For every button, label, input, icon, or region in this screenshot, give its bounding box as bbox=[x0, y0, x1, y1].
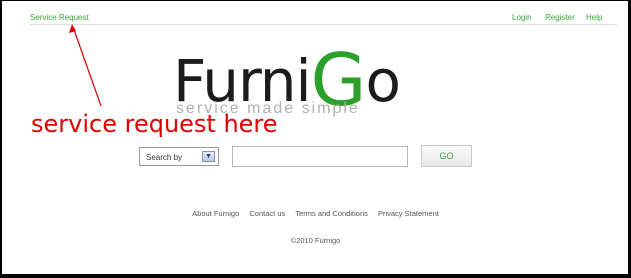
service-request-link[interactable]: Service Request bbox=[30, 13, 89, 22]
go-button[interactable]: GO bbox=[421, 145, 472, 167]
chevron-down-icon[interactable]: ▼ bbox=[202, 151, 215, 162]
footer-link-contact[interactable]: Contact us bbox=[249, 209, 285, 218]
search-by-select[interactable]: Search by ▼ bbox=[139, 147, 219, 166]
help-link[interactable]: Help bbox=[586, 13, 602, 22]
copyright-text: ©2010 Furnigo bbox=[290, 236, 341, 245]
footer-links: About Furnigo Contact us Terms and Condi… bbox=[0, 209, 631, 218]
top-nav-divider bbox=[29, 24, 617, 25]
search-by-value: Search by bbox=[146, 153, 183, 162]
footer-link-about[interactable]: About Furnigo bbox=[192, 209, 239, 218]
search-input[interactable] bbox=[232, 146, 408, 167]
register-link[interactable]: Register bbox=[545, 13, 575, 22]
footer-link-terms[interactable]: Terms and Conditions bbox=[295, 209, 368, 218]
login-link[interactable]: Login bbox=[512, 13, 532, 22]
footer-link-privacy[interactable]: Privacy Statement bbox=[378, 209, 439, 218]
annotation-label: service request here bbox=[31, 110, 278, 138]
